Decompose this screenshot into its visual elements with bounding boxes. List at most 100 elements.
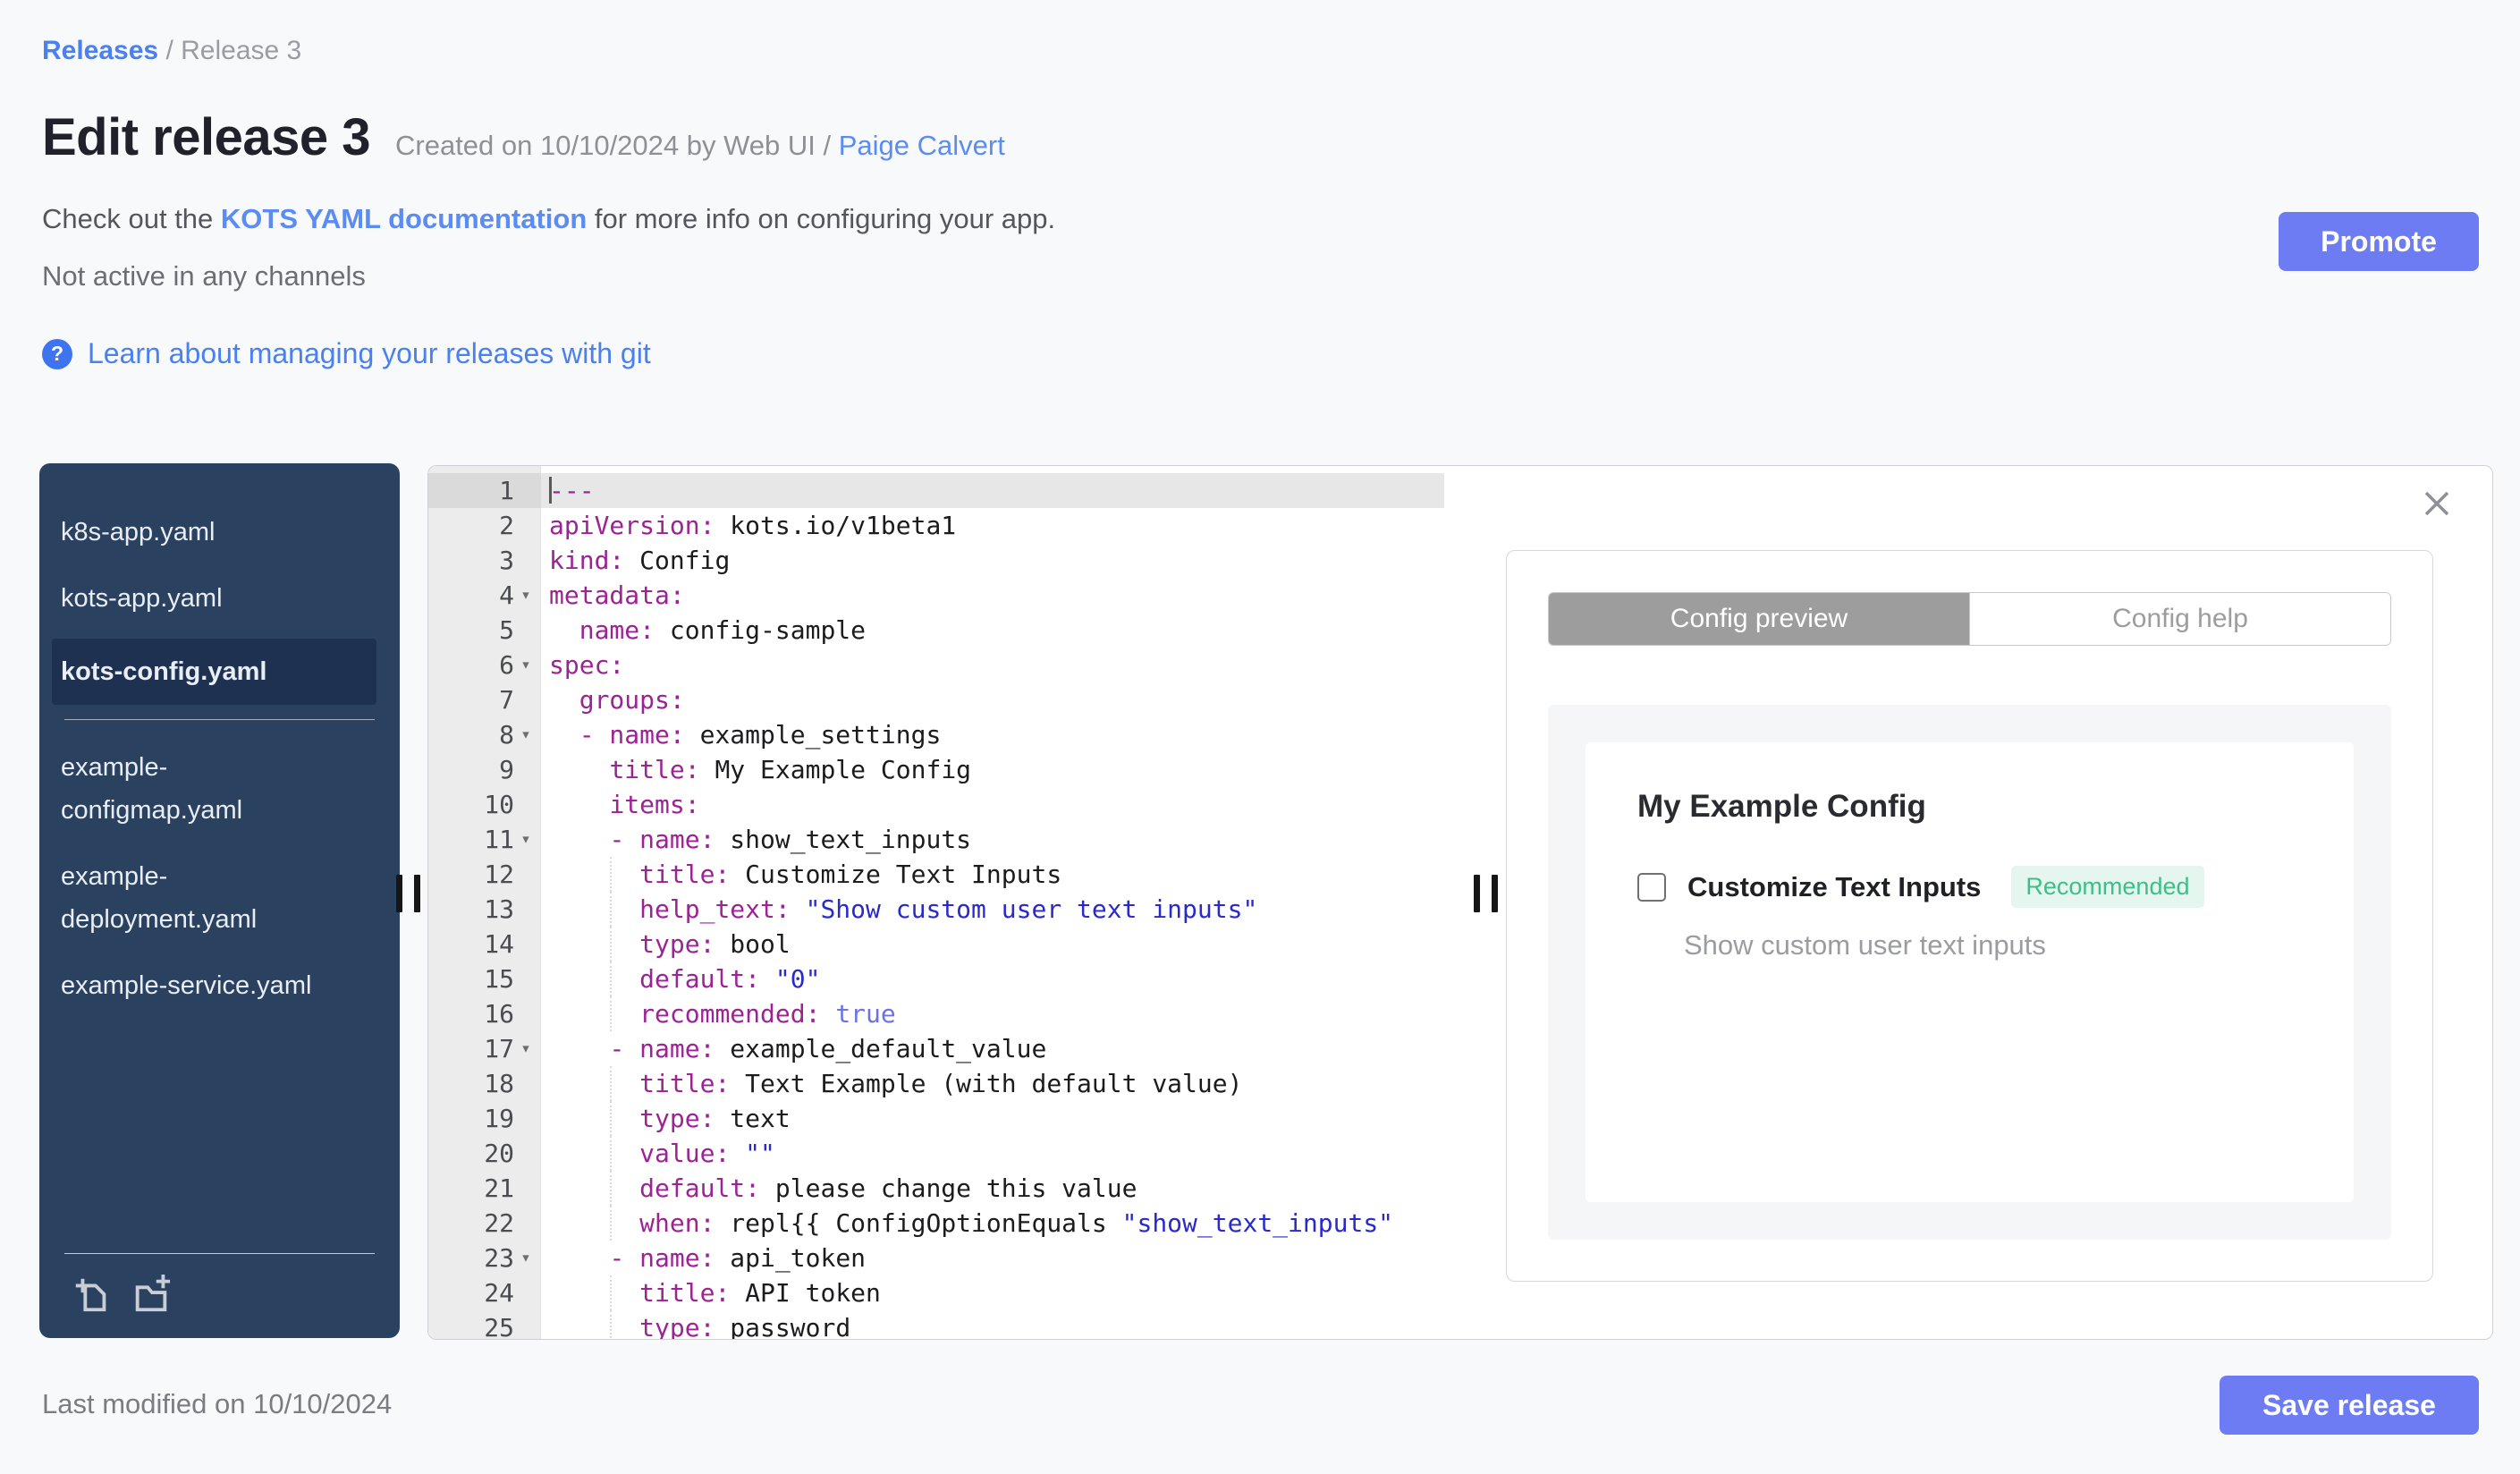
- breadcrumb-current: Release 3: [181, 36, 302, 65]
- code-line-20[interactable]: 20 value: "": [428, 1136, 1444, 1171]
- line-number: 6 ▾: [428, 648, 541, 682]
- line-number: 22: [484, 1208, 514, 1238]
- code-editor[interactable]: 1 --- 2 apiVersion: kots.io/v1beta1 3 kind: C…: [428, 466, 1444, 1339]
- config-item-help-text: Show custom user text inputs: [1684, 929, 2046, 961]
- sidebar-file-example-deployment.yaml[interactable]: example-deployment.yaml: [39, 843, 400, 953]
- doc-note-prefix: Check out the: [42, 203, 221, 234]
- line-number: 12: [484, 860, 514, 889]
- code-line-4[interactable]: 4 ▾ metadata:: [428, 578, 1444, 613]
- tab-config-help[interactable]: Config help: [1969, 593, 2390, 645]
- line-number: 11 ▾: [428, 822, 541, 857]
- kots-yaml-doc-link[interactable]: KOTS YAML documentation: [221, 203, 587, 234]
- line-number: 15: [484, 964, 514, 994]
- created-author-link[interactable]: Paige Calvert: [839, 130, 1005, 161]
- line-number: 14: [484, 929, 514, 959]
- code-line-12[interactable]: 12 title: Customize Text Inputs: [428, 857, 1444, 892]
- code-line-22[interactable]: 22 when: repl{{ ConfigOptionEquals "show…: [428, 1206, 1444, 1241]
- code-line-5[interactable]: 5 name: config-sample: [428, 613, 1444, 648]
- line-number: 16: [484, 999, 514, 1029]
- code-line-23[interactable]: 23 ▾ - name: api_token: [428, 1241, 1444, 1275]
- code-line-18[interactable]: 18 title: Text Example (with default val…: [428, 1066, 1444, 1101]
- file-sidebar: k8s-app.yaml kots-app.yaml kots-config.yam…: [39, 463, 400, 1338]
- line-number: 21: [484, 1173, 514, 1203]
- git-help-link[interactable]: ? Learn about managing your releases wit…: [42, 337, 2479, 370]
- close-preview-button[interactable]: [2419, 486, 2455, 521]
- created-info: Created on 10/10/2024 by Web UI / Paige …: [395, 130, 1005, 162]
- save-release-button[interactable]: Save release: [2220, 1376, 2479, 1435]
- fold-arrow-icon[interactable]: ▾: [514, 1031, 537, 1066]
- sidebar-file-k8s-app.yaml[interactable]: k8s-app.yaml: [39, 499, 400, 565]
- promote-button[interactable]: Promote: [2279, 212, 2479, 271]
- config-preview-card: Config preview Config help My Example Con…: [1506, 550, 2433, 1282]
- code-line-2[interactable]: 2 apiVersion: kots.io/v1beta1: [428, 508, 1444, 543]
- page-header: Releases / Release 3 Edit release 3 Crea…: [0, 0, 2520, 370]
- fold-arrow-icon[interactable]: ▾: [514, 648, 537, 682]
- last-modified-text: Last modified on 10/10/2024: [42, 1388, 393, 1419]
- edit-release-page: Releases / Release 3 Edit release 3 Crea…: [0, 0, 2520, 1474]
- code-line-15[interactable]: 15 default: "0": [428, 961, 1444, 996]
- line-number: 19: [484, 1104, 514, 1133]
- pane-resize-handle-left[interactable]: [396, 875, 420, 912]
- fold-arrow-icon[interactable]: ▾: [514, 578, 537, 613]
- tab-config-preview[interactable]: Config preview: [1549, 593, 1969, 645]
- fold-arrow-icon[interactable]: ▾: [514, 822, 537, 857]
- question-mark-icon: ?: [42, 338, 72, 369]
- config-group-title: My Example Config: [1637, 789, 1926, 824]
- line-number: 23 ▾: [428, 1241, 541, 1275]
- code-line-3[interactable]: 3 kind: Config: [428, 543, 1444, 578]
- config-preview-pane: Config preview Config help My Example Con…: [1444, 466, 2492, 1339]
- line-number: 1: [428, 473, 541, 508]
- line-number: 3: [499, 546, 514, 575]
- preview-body: My Example Config Customize Text Inputs …: [1548, 705, 2391, 1240]
- fold-arrow-icon[interactable]: ▾: [514, 717, 537, 752]
- code-line-16[interactable]: 16 recommended: true: [428, 996, 1444, 1031]
- code-line-8[interactable]: 8 ▾ - name: example_settings: [428, 717, 1444, 752]
- line-number: 4 ▾: [428, 578, 541, 613]
- config-item-label: Customize Text Inputs: [1687, 870, 1982, 902]
- new-folder-icon: [135, 1274, 171, 1312]
- page-title: Edit release 3: [42, 108, 371, 166]
- breadcrumb-releases-link[interactable]: Releases: [42, 36, 158, 65]
- sidebar-file-example-service.yaml[interactable]: example-service.yaml: [39, 953, 400, 1019]
- new-folder-button[interactable]: [131, 1274, 172, 1315]
- code-line-25[interactable]: 25 type: password: [428, 1310, 1444, 1339]
- sidebar-file-example-configmap.yaml[interactable]: example-configmap.yaml: [39, 734, 400, 843]
- recommended-badge: Recommended: [2011, 866, 2204, 908]
- pane-resize-handle-right[interactable]: [1474, 875, 1498, 912]
- code-line-19[interactable]: 19 type: text: [428, 1101, 1444, 1136]
- release-workspace: k8s-app.yaml kots-app.yaml kots-config.yam…: [39, 463, 2493, 1340]
- sidebar-file-kots-app.yaml[interactable]: kots-app.yaml: [39, 565, 400, 631]
- sidebar-divider: [64, 719, 375, 720]
- code-line-13[interactable]: 13 help_text: "Show custom user text inp…: [428, 892, 1444, 927]
- line-number: 7: [499, 685, 514, 715]
- code-line-6[interactable]: 6 ▾ spec:: [428, 648, 1444, 682]
- code-line-14[interactable]: 14 type: bool: [428, 927, 1444, 961]
- file-list: k8s-app.yaml kots-app.yaml kots-config.yam…: [39, 499, 400, 1253]
- fold-arrow-icon[interactable]: ▾: [514, 1241, 537, 1275]
- code-line-17[interactable]: 17 ▾ - name: example_default_value: [428, 1031, 1444, 1066]
- line-number: 20: [484, 1139, 514, 1168]
- close-icon: [2424, 491, 2449, 516]
- editor-shell: 1 --- 2 apiVersion: kots.io/v1beta1 3 kind: C…: [427, 465, 2493, 1340]
- preview-tabs: Config preview Config help: [1548, 592, 2391, 646]
- doc-note-suffix: for more info on configuring your app.: [587, 203, 1056, 234]
- code-line-21[interactable]: 21 default: please change this value: [428, 1171, 1444, 1206]
- code-line-1[interactable]: 1 ---: [428, 473, 1444, 508]
- sidebar-file-kots-config.yaml[interactable]: kots-config.yaml: [52, 639, 376, 705]
- code-lines: 1 --- 2 apiVersion: kots.io/v1beta1 3 kind: C…: [428, 466, 1444, 1339]
- config-group-card: My Example Config Customize Text Inputs …: [1586, 742, 2354, 1202]
- code-line-9[interactable]: 9 title: My Example Config: [428, 752, 1444, 787]
- line-number: 8 ▾: [428, 717, 541, 752]
- code-line-24[interactable]: 24 title: API token: [428, 1275, 1444, 1310]
- line-number: 25: [484, 1313, 514, 1339]
- code-line-10[interactable]: 10 items:: [428, 787, 1444, 822]
- title-row: Edit release 3 Created on 10/10/2024 by …: [42, 107, 2479, 167]
- code-line-11[interactable]: 11 ▾ - name: show_text_inputs: [428, 822, 1444, 857]
- new-file-button[interactable]: [72, 1274, 113, 1315]
- config-item-checkbox[interactable]: [1637, 872, 1666, 902]
- created-text: Created on 10/10/2024 by Web UI /: [395, 130, 839, 161]
- line-number: 9: [499, 755, 514, 784]
- config-item-row: Customize Text Inputs Recommended: [1637, 866, 2302, 908]
- line-number: 2: [499, 511, 514, 540]
- code-line-7[interactable]: 7 groups:: [428, 682, 1444, 717]
